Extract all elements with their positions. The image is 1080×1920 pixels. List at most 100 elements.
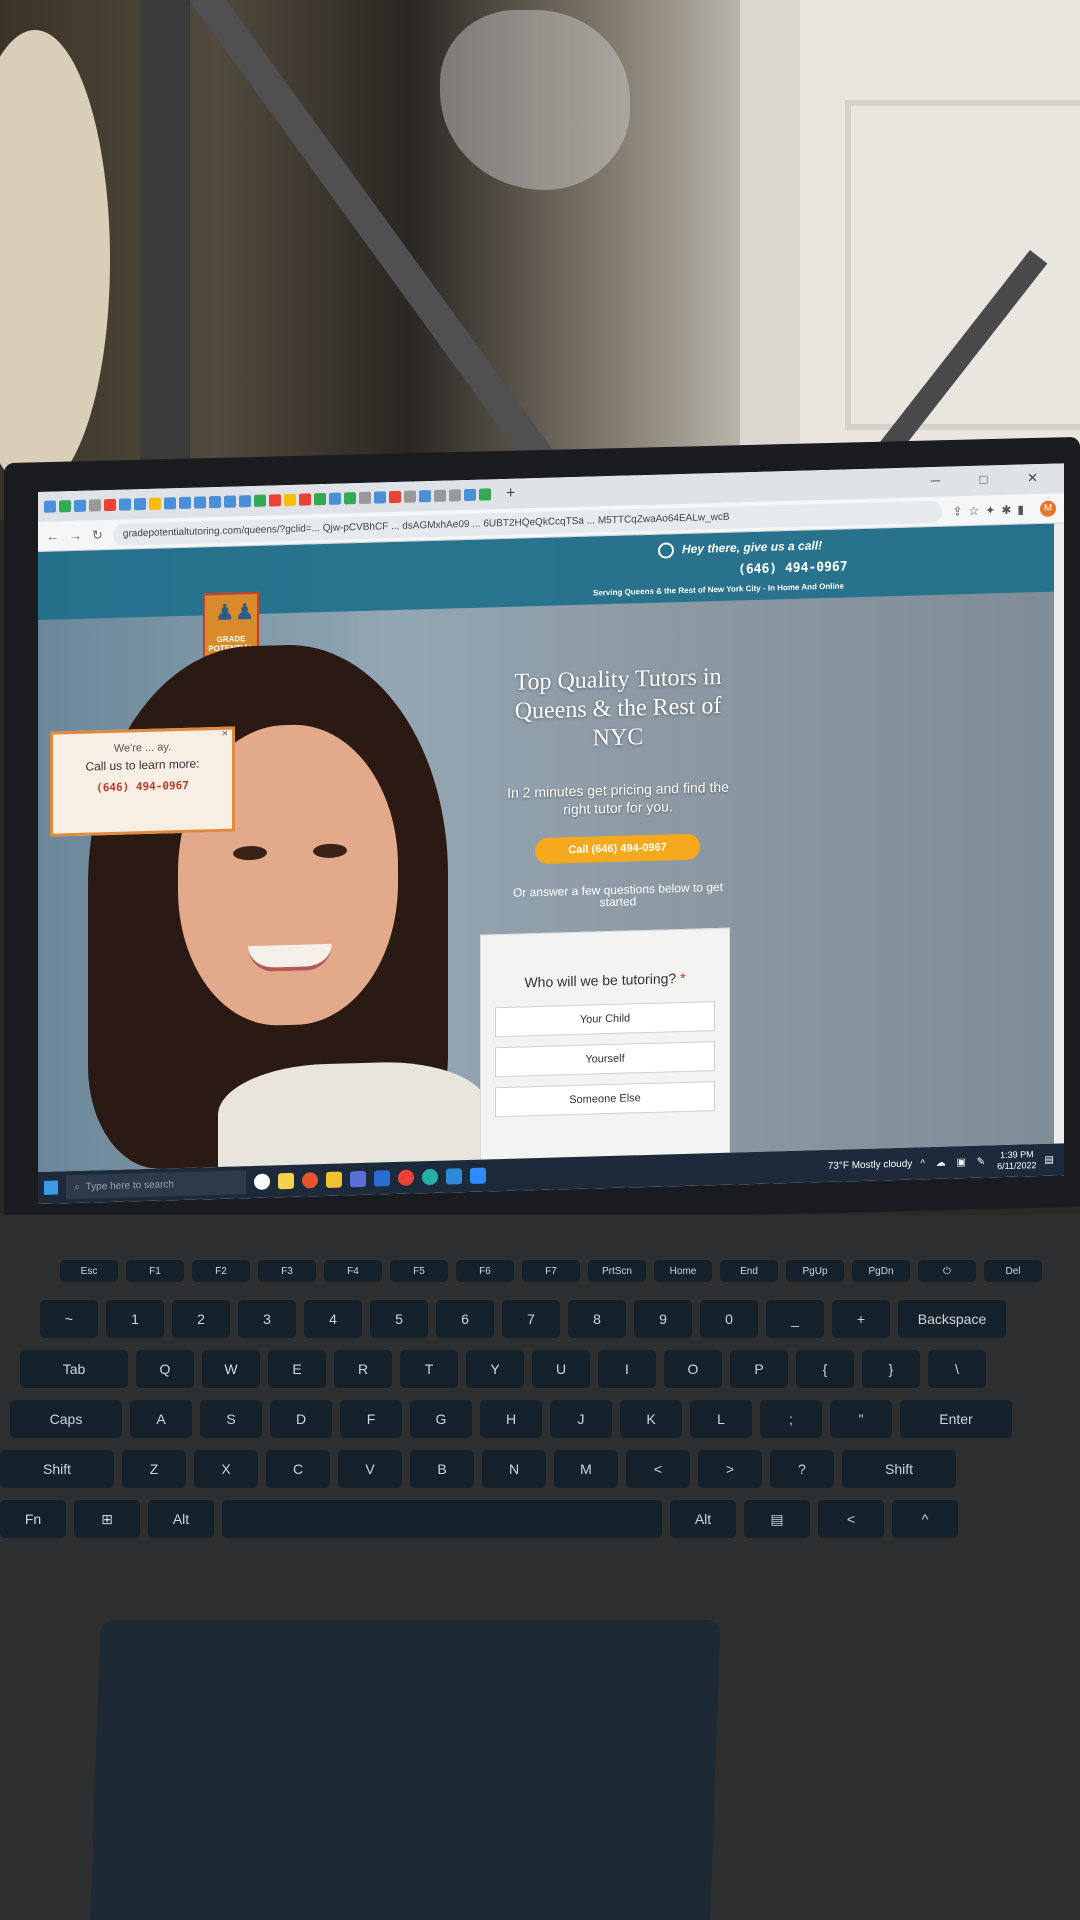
key-alt[interactable]: Alt bbox=[148, 1500, 214, 1538]
app-icon[interactable] bbox=[446, 1168, 462, 1185]
tab-favicon[interactable] bbox=[404, 490, 416, 503]
system-tray-icons[interactable]: ^ ☁ ▣ ✎ bbox=[920, 1156, 989, 1169]
app-icon[interactable] bbox=[278, 1172, 294, 1190]
promo-phone-link[interactable]: (646) 494-0967 bbox=[53, 778, 232, 796]
tab-favicon[interactable] bbox=[419, 490, 431, 503]
key-e[interactable]: E bbox=[268, 1350, 326, 1388]
key-1[interactable]: 1 bbox=[106, 1300, 164, 1338]
key-5[interactable]: 5 bbox=[370, 1300, 428, 1338]
key-y[interactable]: Y bbox=[466, 1350, 524, 1388]
tab-favicon[interactable] bbox=[359, 491, 371, 505]
key-k[interactable]: K bbox=[620, 1400, 682, 1438]
key-sym12[interactable]: } bbox=[862, 1350, 920, 1388]
key-i[interactable]: I bbox=[598, 1350, 656, 1388]
key-sym10[interactable]: ? bbox=[770, 1450, 834, 1488]
key-shift[interactable]: Shift bbox=[842, 1450, 956, 1488]
key-sym11[interactable]: _ bbox=[766, 1300, 824, 1338]
key-3[interactable]: 3 bbox=[238, 1300, 296, 1338]
call-button[interactable]: Call (646) 494-0967 bbox=[535, 833, 700, 865]
tab-favicon[interactable] bbox=[269, 494, 281, 507]
key-h[interactable]: H bbox=[480, 1400, 542, 1438]
tab-favicon[interactable] bbox=[104, 498, 116, 512]
key-f7[interactable]: F7 bbox=[522, 1260, 580, 1282]
key-esc[interactable]: Esc bbox=[60, 1260, 118, 1282]
key-r[interactable]: R bbox=[334, 1350, 392, 1388]
reload-icon[interactable]: ↻ bbox=[92, 527, 103, 543]
key-b[interactable]: B bbox=[410, 1450, 474, 1488]
key-u[interactable]: U bbox=[532, 1350, 590, 1388]
key-8[interactable]: 8 bbox=[568, 1300, 626, 1338]
tab-favicon[interactable] bbox=[314, 492, 326, 506]
profile-avatar[interactable]: M bbox=[1040, 500, 1056, 517]
key-d[interactable]: D bbox=[270, 1400, 332, 1438]
tab-favicon[interactable] bbox=[119, 498, 131, 511]
tab-favicon[interactable] bbox=[344, 492, 356, 505]
taskbar-search[interactable]: ⌕ Type here to search bbox=[66, 1170, 246, 1200]
file-explorer-icon[interactable] bbox=[326, 1171, 342, 1188]
key-sym12[interactable]: + bbox=[832, 1300, 890, 1338]
tab-favicon[interactable] bbox=[164, 497, 176, 510]
key-p[interactable]: P bbox=[730, 1350, 788, 1388]
page-scrollbar[interactable] bbox=[1054, 523, 1064, 1144]
key-v[interactable]: V bbox=[338, 1450, 402, 1488]
key-sym8[interactable]: < bbox=[626, 1450, 690, 1488]
tab-favicon[interactable] bbox=[254, 494, 266, 507]
key-m[interactable]: M bbox=[554, 1450, 618, 1488]
key-pgup[interactable]: PgUp bbox=[786, 1260, 844, 1282]
key-g[interactable]: G bbox=[410, 1400, 472, 1438]
tab-favicon[interactable] bbox=[464, 488, 476, 502]
new-tab-button[interactable]: + bbox=[506, 485, 515, 503]
key-caps[interactable]: Caps bbox=[10, 1400, 122, 1438]
taskbar-clock[interactable]: 1:39 PM 6/11/2022 bbox=[997, 1149, 1036, 1172]
key-f3[interactable]: F3 bbox=[258, 1260, 316, 1282]
notification-icon[interactable]: ▤ bbox=[1045, 1154, 1058, 1165]
option-someone-else[interactable]: Someone Else bbox=[495, 1081, 715, 1118]
key-f[interactable]: F bbox=[340, 1400, 402, 1438]
key-sym9[interactable]: > bbox=[698, 1450, 762, 1488]
key-z[interactable]: Z bbox=[122, 1450, 186, 1488]
word-icon[interactable] bbox=[374, 1170, 390, 1187]
key-backspace[interactable]: Backspace bbox=[898, 1300, 1006, 1338]
forward-icon[interactable]: → bbox=[69, 528, 82, 543]
key-9[interactable]: 9 bbox=[634, 1300, 692, 1338]
tab-favicon[interactable] bbox=[389, 490, 401, 504]
key-home[interactable]: Home bbox=[654, 1260, 712, 1282]
tab-favicon[interactable] bbox=[479, 488, 491, 501]
key-6[interactable]: 6 bbox=[436, 1300, 494, 1338]
key-f6[interactable]: F6 bbox=[456, 1260, 514, 1282]
key-sym13[interactable]: \ bbox=[928, 1350, 986, 1388]
tab-favicon[interactable] bbox=[74, 499, 86, 512]
key-sym0[interactable]: ~ bbox=[40, 1300, 98, 1338]
key-f5[interactable]: F5 bbox=[390, 1260, 448, 1282]
tab-favicon[interactable] bbox=[239, 495, 251, 508]
tab-favicon[interactable] bbox=[59, 500, 71, 513]
key-tab[interactable]: Tab bbox=[20, 1350, 128, 1388]
option-your-child[interactable]: Your Child bbox=[495, 1001, 715, 1038]
key-prtscn[interactable]: PrtScn bbox=[588, 1260, 646, 1282]
key-w[interactable]: W bbox=[202, 1350, 260, 1388]
tab-favicon[interactable] bbox=[299, 493, 311, 506]
key-sym7[interactable]: ^ bbox=[892, 1500, 958, 1538]
key-sym11[interactable]: " bbox=[830, 1400, 892, 1438]
trackpad[interactable] bbox=[89, 1620, 721, 1920]
tab-favicon[interactable] bbox=[329, 492, 341, 505]
tab-favicon[interactable] bbox=[179, 496, 191, 510]
tab-favicon[interactable] bbox=[134, 497, 146, 511]
key-f1[interactable]: F1 bbox=[126, 1260, 184, 1282]
key-x[interactable]: X bbox=[194, 1450, 258, 1488]
key-s[interactable]: S bbox=[200, 1400, 262, 1438]
tab-favicon[interactable] bbox=[284, 493, 296, 507]
teams-icon[interactable] bbox=[350, 1170, 366, 1188]
tab-favicon[interactable] bbox=[194, 496, 206, 509]
back-icon[interactable]: ← bbox=[46, 528, 59, 543]
key-end[interactable]: End bbox=[720, 1260, 778, 1282]
tab-favicon[interactable] bbox=[434, 489, 446, 502]
key-q[interactable]: Q bbox=[136, 1350, 194, 1388]
tab-favicon[interactable] bbox=[149, 497, 161, 510]
key-f4[interactable]: F4 bbox=[324, 1260, 382, 1282]
key-shift[interactable]: Shift bbox=[0, 1450, 114, 1488]
key-o[interactable]: O bbox=[664, 1350, 722, 1388]
key-n[interactable]: N bbox=[482, 1450, 546, 1488]
key-sym10[interactable]: ; bbox=[760, 1400, 822, 1438]
key-0[interactable]: 0 bbox=[700, 1300, 758, 1338]
